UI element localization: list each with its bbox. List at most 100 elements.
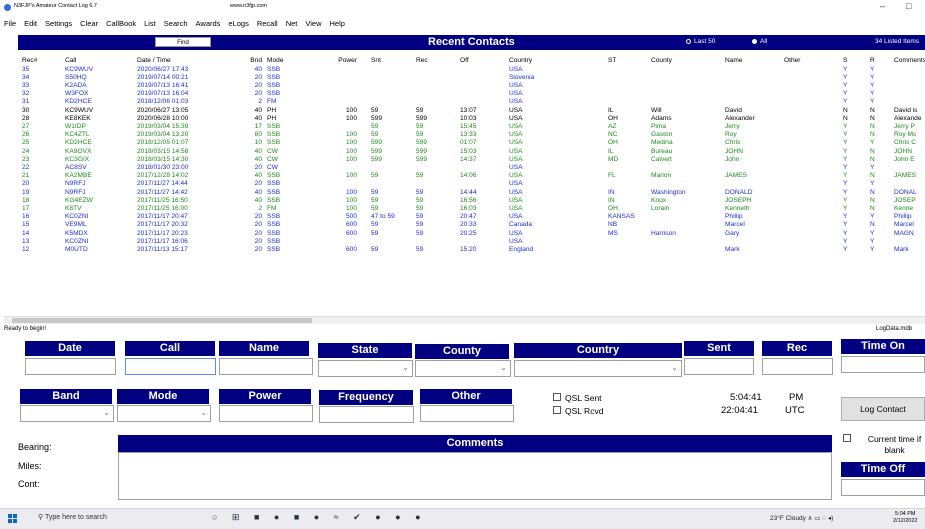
- county-select[interactable]: [415, 360, 511, 377]
- grid-header-cell[interactable]: Power: [338, 57, 357, 65]
- grid-header-cell[interactable]: Rec: [416, 57, 428, 65]
- table-cell: Y: [843, 81, 848, 89]
- menu-item-file[interactable]: File: [0, 18, 20, 30]
- power-input[interactable]: [219, 405, 313, 422]
- grid-header-cell[interactable]: Other: [784, 57, 801, 65]
- horizontal-scrollbar[interactable]: [4, 316, 925, 324]
- table-cell: Y: [870, 139, 875, 147]
- table-row[interactable]: 32 W3FOX 2019/07/13 16:04 20 SSB USA Y Y: [18, 90, 925, 98]
- table-cell: CW: [267, 147, 278, 155]
- table-row[interactable]: 34 S50HQ 2019/07/14 00:21 20 SSB Slovenia Y Y: [18, 74, 925, 82]
- table-row[interactable]: 14 K5MDX 2017/11/17 20:23 20 SSB 600 59 59 20:25…: [18, 230, 925, 238]
- menu-item-awards[interactable]: Awards: [192, 18, 225, 30]
- all-radio[interactable]: All: [752, 38, 767, 45]
- time-on-input[interactable]: [841, 356, 925, 373]
- table-cell: Medina: [651, 139, 673, 147]
- table-row[interactable]: 23 KC3GIX 2018/03/15 14:30 40 CW 100 599 599 14:…: [18, 156, 925, 164]
- minimize-button[interactable]: –: [880, 1, 885, 11]
- grid-header-cell[interactable]: Date / Time: [137, 57, 171, 65]
- table-row[interactable]: 16 KC0ZNI 2017/11/17 20:47 20 SSB 500 47 to 59…: [18, 213, 925, 221]
- name-input[interactable]: [219, 358, 313, 375]
- country-select[interactable]: [514, 360, 682, 377]
- grid-header-cell[interactable]: Country: [509, 57, 532, 65]
- menu-item-recall[interactable]: Recall: [253, 18, 282, 30]
- table-cell: 2020/06/27 17:43: [137, 65, 189, 73]
- qsl-rcvd-checkbox[interactable]: QSL Rcvd: [553, 406, 603, 416]
- table-cell: SSB: [267, 90, 281, 98]
- grid-header-cell[interactable]: Rec#: [22, 57, 37, 65]
- grid-header-cell[interactable]: Mode: [267, 57, 284, 65]
- table-row[interactable]: 28 KE8KEK 2020/06/28 10:00 40 PH 100 599 599 10:…: [18, 115, 925, 123]
- table-cell: David is: [894, 106, 918, 114]
- windows-start-icon[interactable]: [8, 514, 17, 523]
- taskbar-search[interactable]: ⚲ Type here to search: [38, 513, 107, 521]
- grid-header-cell[interactable]: Off: [460, 57, 469, 65]
- table-cell: 14:06: [460, 172, 477, 180]
- table-row[interactable]: 35 KC9WUV 2020/06/27 17:43 40 SSB USA Y Y: [18, 66, 925, 74]
- grid-header-cell[interactable]: Bnd: [250, 57, 262, 65]
- taskbar-app-icons[interactable]: ○ ⊞ ■ ● ■ ● ≈ ✔ ● ● ●: [212, 512, 427, 523]
- mode-select[interactable]: [117, 405, 211, 422]
- contacts-grid[interactable]: Rec# Call Date / Time Bnd Mode Power Snt Rec Off…: [18, 55, 925, 316]
- other-input[interactable]: [420, 405, 514, 422]
- current-time-checkbox[interactable]: [843, 434, 855, 444]
- table-cell: N: [870, 204, 875, 212]
- table-row[interactable]: 30 KC9WUV 2020/06/27 13:05 40 PH 100 59 59 13:07…: [18, 107, 925, 115]
- scrollbar-thumb[interactable]: [12, 318, 312, 323]
- table-row[interactable]: 22 AC8SV 2018/01/30 23:00 20 CW USA Y Y: [18, 164, 925, 172]
- table-row[interactable]: 24 KA9OVX 2018/03/15 14:58 40 CW 100 599 599 15:…: [18, 148, 925, 156]
- qsl-sent-checkbox[interactable]: QSL Sent: [553, 393, 602, 403]
- menu-item-callbook[interactable]: CallBook: [102, 18, 140, 30]
- grid-header-cell[interactable]: Call: [65, 57, 76, 65]
- table-cell: 16:03: [460, 204, 477, 212]
- table-cell: AZ: [608, 122, 617, 130]
- menu-item-list[interactable]: List: [140, 18, 160, 30]
- table-row[interactable]: 17 K8TV 2017/11/25 16:00 2 FM 100 59 59 16:03 USA…: [18, 205, 925, 213]
- table-row[interactable]: 18 KG4EZW 2017/11/25 16:50 40 SSB 100 59 59 16:5…: [18, 197, 925, 205]
- grid-header-cell[interactable]: County: [651, 57, 672, 65]
- menu-item-search[interactable]: Search: [160, 18, 192, 30]
- date-input[interactable]: [25, 358, 116, 375]
- band-select[interactable]: [20, 405, 114, 422]
- maximize-button[interactable]: □: [906, 1, 911, 11]
- grid-header-cell[interactable]: Snt: [371, 57, 381, 65]
- menu-item-settings[interactable]: Settings: [41, 18, 76, 30]
- table-cell: 17: [254, 122, 262, 130]
- taskbar-clock[interactable]: 5:04 PM 2/12/2022: [893, 511, 917, 525]
- grid-header-cell[interactable]: S: [843, 57, 847, 65]
- rec-input[interactable]: [762, 358, 833, 375]
- table-row[interactable]: 15 VE9ML 2017/11/17 20:32 20 SSB 600 59 59 20:33…: [18, 221, 925, 229]
- table-row[interactable]: 33 K2ADA 2019/07/13 16:41 20 SSB USA Y Y: [18, 82, 925, 90]
- table-row[interactable]: 13 KC0ZNI 2017/11/17 16:06 20 SSB USA Y Y: [18, 238, 925, 246]
- menu-item-view[interactable]: View: [301, 18, 325, 30]
- last50-radio[interactable]: Last 50: [686, 38, 715, 45]
- menu-item-clear[interactable]: Clear: [76, 18, 102, 30]
- find-button[interactable]: Find: [155, 37, 211, 47]
- menu-item-edit[interactable]: Edit: [20, 18, 41, 30]
- table-cell: Y: [843, 229, 848, 237]
- table-cell: SSB: [267, 81, 281, 89]
- table-row[interactable]: 20 N9RFJ 2017/11/27 14:44 20 SSB USA Y Y: [18, 180, 925, 188]
- table-row[interactable]: 27 W1IDP 2019/03/04 15:39 17 SSB 59 59 15:45 USA…: [18, 123, 925, 131]
- grid-header-cell[interactable]: ST: [608, 57, 616, 65]
- comments-input[interactable]: [118, 452, 832, 500]
- table-row[interactable]: 21 KA2MBE 2017/12/28 14:02 40 SSB 100 59 59 14:0…: [18, 172, 925, 180]
- log-contact-button[interactable]: Log Contact: [841, 397, 925, 421]
- sent-input[interactable]: [684, 358, 754, 375]
- table-row[interactable]: 31 KD2HCE 2018/12/06 01:03 2 FM USA Y Y: [18, 98, 925, 106]
- menu-item-net[interactable]: Net: [282, 18, 302, 30]
- grid-header-cell[interactable]: R: [870, 57, 875, 65]
- menu-item-help[interactable]: Help: [325, 18, 348, 30]
- table-row[interactable]: 26 KC4ZTL 2019/03/04 13:20 80 SSB 100 59 59 13:3…: [18, 131, 925, 139]
- frequency-input[interactable]: [319, 406, 414, 423]
- table-row[interactable]: 25 KD2HCE 2018/12/05 01:07 10 SSB 100 599 599 01…: [18, 139, 925, 147]
- menu-item-elogs[interactable]: eLogs: [224, 18, 252, 30]
- time-off-input[interactable]: [841, 479, 925, 496]
- grid-header-cell[interactable]: Name: [725, 57, 743, 65]
- grid-header-cell[interactable]: Comments: [894, 57, 925, 65]
- rec-label: Rec: [762, 341, 832, 356]
- table-row[interactable]: 12 M0UTD 2017/11/13 15:17 20 SSB 600 59 59 15:20…: [18, 246, 925, 254]
- table-row[interactable]: 19 N9RFJ 2017/11/27 14:42 40 SSB 100 59 59 14:44…: [18, 189, 925, 197]
- state-select[interactable]: [318, 360, 413, 377]
- call-input[interactable]: [125, 358, 216, 375]
